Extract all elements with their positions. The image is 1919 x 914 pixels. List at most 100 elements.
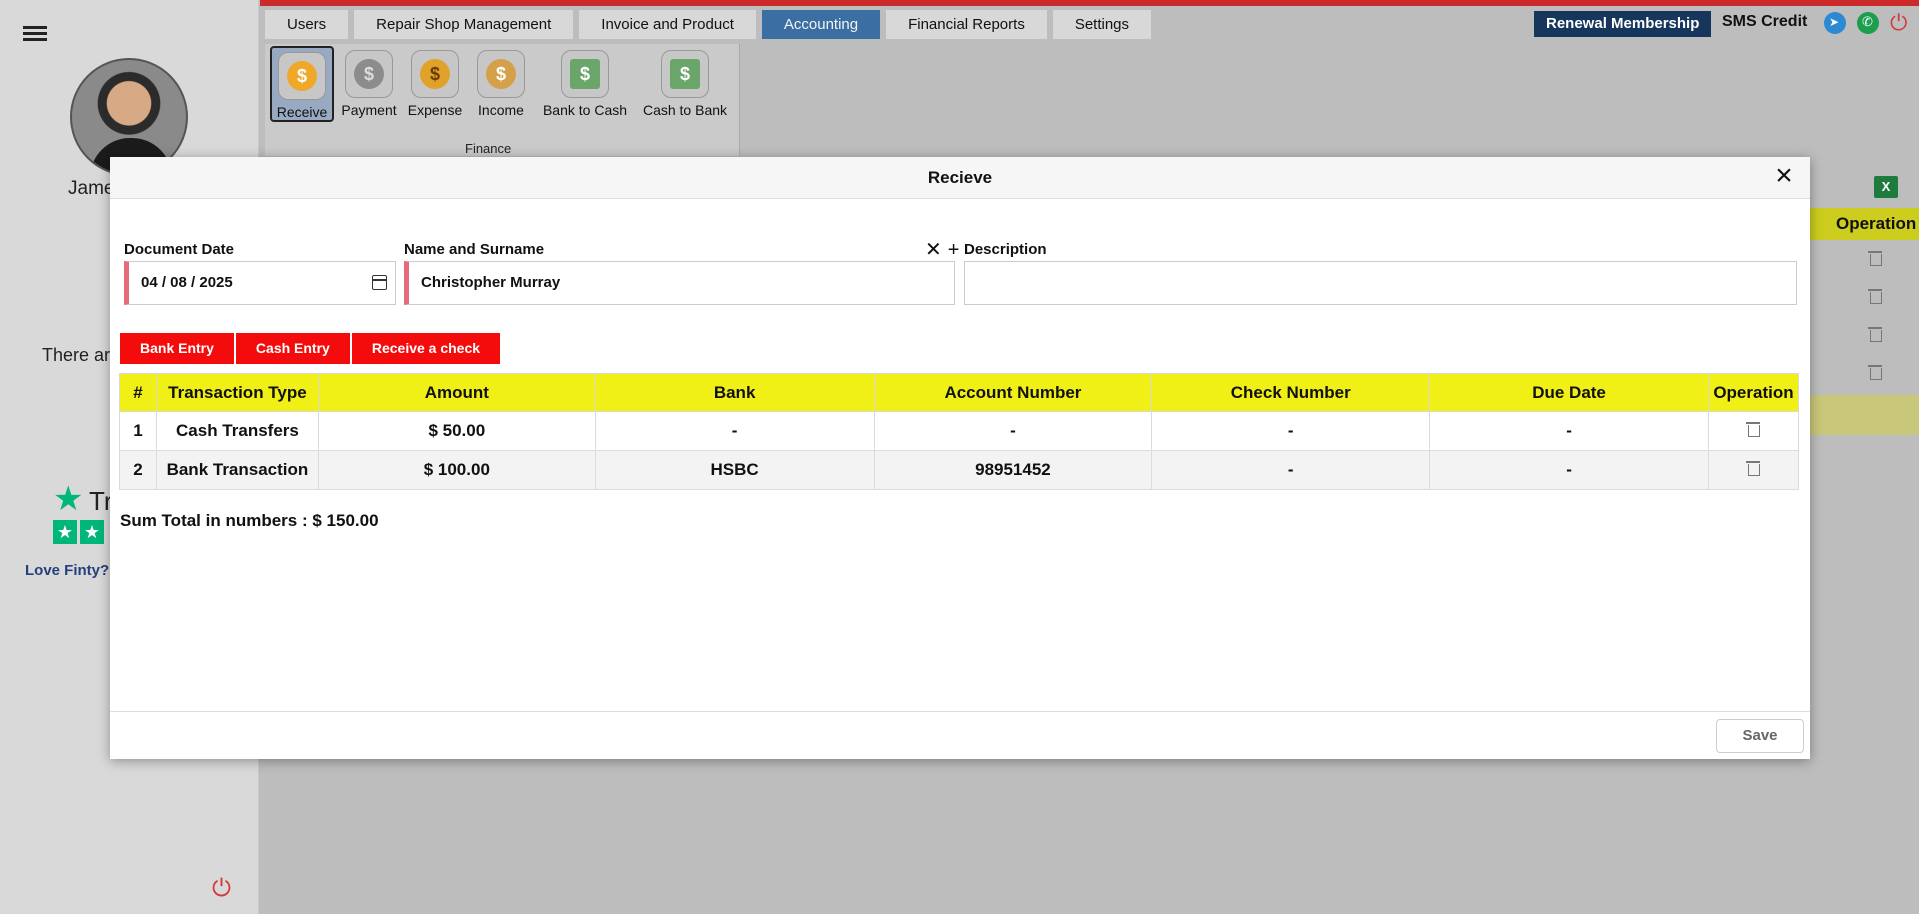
cell-check-number: - [1151, 411, 1431, 451]
tab-settings[interactable]: Settings [1052, 10, 1152, 39]
column-header: Transaction Type [155, 373, 319, 412]
document-date-label: Document Date [124, 241, 235, 258]
column-header: Account Number [873, 373, 1153, 412]
modal-header: Recieve × [110, 157, 1810, 199]
transactions-table: # Transaction Type Amount Bank Account N… [119, 373, 1800, 490]
description-label: Description [964, 241, 1047, 258]
calendar-icon[interactable] [372, 275, 387, 290]
document-date-value: 04 / 08 / 2025 [141, 274, 233, 291]
finance-ribbon: $ Receive $ Payment $ Expense $ Income $… [265, 44, 740, 156]
excel-export-icon[interactable]: X [1874, 176, 1898, 198]
clear-icon[interactable]: ✕ [925, 239, 942, 261]
trash-icon[interactable] [1868, 364, 1886, 385]
column-header: Due Date [1429, 373, 1709, 412]
income-bag-icon: $ [477, 50, 525, 98]
cell-number: 1 [119, 411, 157, 451]
description-input[interactable] [977, 262, 1796, 304]
power-icon[interactable]: ⏻ [212, 875, 238, 902]
cell-check-number: - [1151, 450, 1431, 490]
ribbon-cash-to-bank-button[interactable]: $ Cash to Bank [635, 46, 735, 118]
sidebar-notice: There ar [42, 345, 111, 365]
name-surname-label: Name and Surname [404, 241, 545, 258]
renewal-membership-button[interactable]: Renewal Membership [1534, 11, 1712, 37]
top-navigation: Users Repair Shop Management Invoice and… [265, 10, 1152, 40]
ribbon-income-button[interactable]: $ Income [469, 46, 533, 118]
save-button[interactable]: Save [1716, 719, 1804, 753]
ribbon-label: Cash to Bank [642, 102, 728, 118]
entry-buttons: Bank Entry Cash Entry Receive a check [120, 333, 503, 364]
trash-icon[interactable] [1868, 326, 1886, 347]
cell-account-number: - [873, 411, 1153, 451]
add-icon[interactable]: + [948, 239, 960, 261]
power-icon[interactable]: ⏻ [1890, 12, 1912, 34]
cash-to-bank-icon: $ [661, 50, 709, 98]
trash-icon[interactable] [1868, 250, 1886, 271]
tab-repair-shop-management[interactable]: Repair Shop Management [354, 10, 574, 39]
column-header: Bank [594, 373, 875, 412]
column-header: Amount [317, 373, 596, 412]
name-surname-field[interactable]: Christopher Murray [404, 261, 955, 305]
telegram-icon[interactable] [1824, 12, 1846, 34]
expense-coin-icon: $ [411, 50, 459, 98]
background-operation-header: Operation [1808, 208, 1919, 240]
tab-financial-reports[interactable]: Financial Reports [886, 10, 1047, 39]
tab-invoice-and-product[interactable]: Invoice and Product [579, 10, 756, 39]
name-actions: ✕ + [919, 237, 959, 262]
table-row[interactable]: 1 Cash Transfers $ 50.00 - - - - [119, 411, 1800, 451]
cell-account-number: 98951452 [873, 450, 1153, 490]
receive-modal: Recieve × Document Date 04 / 08 / 2025 N… [110, 157, 1810, 759]
receive-check-button[interactable]: Receive a check [351, 333, 503, 364]
cell-due-date: - [1429, 450, 1709, 490]
cell-number: 2 [119, 450, 157, 490]
payment-coin-icon: $ [345, 50, 393, 98]
receive-coin-icon: $ [278, 52, 326, 100]
cell-transaction-type: Bank Transaction [155, 450, 319, 490]
table-header-row: # Transaction Type Amount Bank Account N… [119, 373, 1800, 412]
menu-icon[interactable] [23, 26, 47, 46]
tab-users[interactable]: Users [265, 10, 349, 39]
rating-stars: ★ ★ [53, 520, 104, 544]
bank-to-cash-icon: $ [561, 50, 609, 98]
ribbon-bank-to-cash-button[interactable]: $ Bank to Cash [537, 46, 633, 118]
cell-operation [1707, 450, 1800, 490]
column-header: # [119, 373, 157, 412]
trash-icon[interactable] [1868, 288, 1886, 309]
sum-total: Sum Total in numbers : $ 150.00 [120, 511, 379, 530]
ribbon-expense-button[interactable]: $ Expense [403, 46, 467, 118]
close-icon[interactable]: × [1771, 161, 1797, 191]
ribbon-label: Income [478, 102, 524, 118]
cell-due-date: - [1429, 411, 1709, 451]
cell-operation [1707, 411, 1800, 451]
ribbon-label: Bank to Cash [542, 102, 628, 118]
cell-amount: $ 100.00 [317, 450, 596, 490]
modal-footer: Save [110, 711, 1810, 759]
tab-accounting[interactable]: Accounting [761, 10, 881, 39]
ribbon-label: Receive [276, 104, 328, 120]
modal-title: Recieve [927, 168, 993, 187]
bank-entry-button[interactable]: Bank Entry [120, 333, 236, 364]
trash-icon[interactable] [1746, 460, 1761, 476]
ribbon-label: Expense [407, 102, 463, 118]
name-surname-value: Christopher Murray [421, 274, 561, 291]
column-header: Check Number [1151, 373, 1431, 412]
trash-icon[interactable] [1746, 421, 1761, 437]
cell-amount: $ 50.00 [317, 411, 596, 451]
ribbon-payment-button[interactable]: $ Payment [337, 46, 401, 118]
document-date-field[interactable]: 04 / 08 / 2025 [124, 261, 396, 305]
cell-transaction-type: Cash Transfers [155, 411, 319, 451]
background-total-row [1808, 395, 1919, 435]
ribbon-receive-button[interactable]: $ Receive [270, 46, 334, 122]
top-accent-strip [260, 0, 1919, 6]
description-field[interactable] [964, 261, 1797, 305]
table-row[interactable]: 2 Bank Transaction $ 100.00 HSBC 9895145… [119, 450, 1800, 490]
trustpilot-badge[interactable]: ★ Tr ★ ★ [53, 482, 113, 544]
sms-credit-link[interactable]: SMS Credit [1722, 13, 1807, 31]
cell-bank: HSBC [594, 450, 875, 490]
column-header: Operation [1707, 373, 1800, 412]
ribbon-group-label: Finance [465, 141, 512, 156]
ribbon-label: Payment [341, 102, 397, 118]
cash-entry-button[interactable]: Cash Entry [235, 333, 352, 364]
love-finty-link[interactable]: Love Finty? [25, 562, 109, 579]
whatsapp-icon[interactable] [1857, 12, 1879, 34]
cell-bank: - [594, 411, 875, 451]
